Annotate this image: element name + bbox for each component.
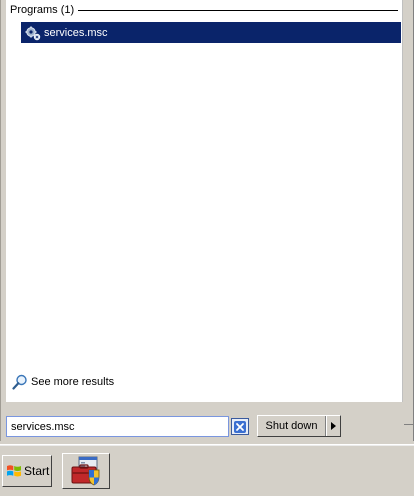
services-gear-icon (25, 26, 41, 40)
programs-group-header: Programs (1) (10, 3, 398, 17)
see-more-label: See more results (31, 376, 115, 388)
shutdown-options-button[interactable] (326, 416, 340, 436)
shutdown-button[interactable]: Shut down (258, 416, 326, 436)
server-manager-icon (71, 456, 100, 486)
start-button[interactable]: Start (2, 455, 52, 487)
start-label: Start (24, 464, 50, 478)
shutdown-label: Shut down (265, 420, 318, 432)
triangle-right-icon (331, 422, 336, 430)
result-item-services[interactable]: services.msc (21, 22, 401, 43)
clear-search-button[interactable] (231, 418, 249, 435)
server-manager-taskbar-button[interactable] (62, 453, 110, 489)
clear-x-icon (234, 420, 246, 433)
group-title: Programs (1) (10, 4, 75, 16)
start-menu: Programs (1) services.msc See more resul… (0, 0, 414, 441)
see-more-results-link[interactable]: See more results (12, 373, 114, 391)
magnifier-icon (12, 374, 27, 390)
group-divider (78, 10, 398, 11)
search-results-pane: Programs (1) services.msc See more resul… (6, 0, 403, 402)
result-item-label: services.msc (44, 26, 108, 39)
taskbar: Start (0, 444, 414, 496)
windows-logo-icon (7, 465, 21, 477)
search-input[interactable] (6, 416, 229, 437)
menu-edge (404, 424, 414, 443)
shutdown-control: Shut down (257, 415, 341, 437)
